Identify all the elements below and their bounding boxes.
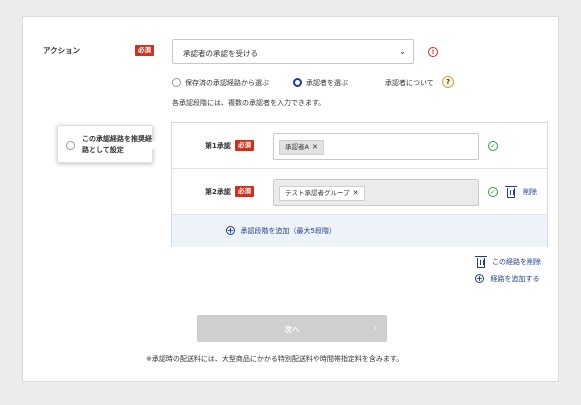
trash-icon[interactable] bbox=[475, 256, 487, 268]
remove-chip-icon[interactable]: ✕ bbox=[353, 189, 359, 197]
required-badge: 必須 bbox=[235, 140, 254, 151]
alert-icon: ! bbox=[428, 47, 438, 57]
trash-icon[interactable] bbox=[505, 186, 517, 198]
help-icon[interactable]: ? bbox=[442, 76, 454, 88]
approval-step-row: 第1承認 必須 承認者A ✕ ✓ bbox=[172, 123, 547, 169]
approver-input[interactable]: 承認者A ✕ bbox=[273, 133, 479, 160]
next-button[interactable]: 次へ › bbox=[197, 315, 387, 342]
step-label: 第1承認 bbox=[205, 142, 231, 150]
about-approver-link[interactable]: 承認者について bbox=[385, 78, 434, 88]
recommend-route-label: この承認経路を推奨経路として設定 bbox=[82, 135, 152, 154]
delete-route-link[interactable]: この経路を削除 bbox=[492, 257, 541, 267]
step-label: 第2承認 bbox=[205, 188, 231, 196]
action-label: アクション bbox=[43, 46, 81, 55]
chevron-right-icon: › bbox=[373, 323, 377, 332]
add-step-label: 承認段階を追加（最大5段階） bbox=[240, 227, 337, 235]
required-badge: 必須 bbox=[135, 45, 154, 56]
check-icon: ✓ bbox=[488, 187, 498, 197]
add-step-button[interactable]: + 承認段階を追加（最大5段階） bbox=[226, 226, 336, 236]
action-select-value: 承認者の承認を受ける bbox=[183, 49, 258, 58]
chevron-down-icon: ⌄ bbox=[399, 47, 406, 56]
approver-chip-label: 承認者A bbox=[285, 143, 309, 151]
approver-input[interactable]: テスト承認者グループ ✕ bbox=[273, 179, 479, 206]
check-icon: ✓ bbox=[488, 141, 498, 151]
recommend-route-radio[interactable] bbox=[66, 141, 75, 150]
hint-text: 各承認段階には、複数の承認者を入力できます。 bbox=[172, 99, 326, 107]
action-select[interactable]: 承認者の承認を受ける ⌄ bbox=[172, 39, 414, 64]
add-route-label: 経路を追加する bbox=[490, 275, 540, 283]
add-step-row: + 承認段階を追加（最大5段階） bbox=[172, 215, 547, 247]
required-badge: 必須 bbox=[235, 186, 254, 197]
next-button-label: 次へ bbox=[284, 325, 300, 334]
approval-step-row: 第2承認 必須 テスト承認者グループ ✕ ✓ 削除 bbox=[172, 169, 547, 215]
radio-select-approver[interactable] bbox=[293, 78, 302, 87]
approval-steps-panel: 第1承認 必須 承認者A ✕ ✓ 第2承認 必須 テスト承認者グループ ✕ ✓ 削除 bbox=[171, 122, 548, 247]
radio-saved-route-label[interactable]: 保存済の承認経路から選ぶ bbox=[185, 78, 269, 88]
recommend-route-tooltip[interactable]: この承認経路を推奨経路として設定 bbox=[57, 125, 158, 163]
delete-step-link[interactable]: 削除 bbox=[523, 187, 537, 197]
add-route-button[interactable]: + 経路を追加する bbox=[475, 274, 540, 284]
plus-circle-icon: + bbox=[475, 274, 484, 283]
remove-chip-icon[interactable]: ✕ bbox=[312, 143, 318, 151]
radio-select-approver-label[interactable]: 承認者を選ぶ bbox=[306, 78, 348, 88]
radio-saved-route[interactable] bbox=[172, 78, 181, 87]
plus-circle-icon: + bbox=[226, 226, 235, 235]
footnote: ※承認時の配送料には、大型商品にかかる特別配送料や時間帯指定料を含みます。 bbox=[146, 355, 404, 363]
approver-chip-label: テスト承認者グループ bbox=[285, 189, 350, 197]
approver-chip: テスト承認者グループ ✕ bbox=[279, 186, 365, 201]
form-card: アクション 必須 承認者の承認を受ける ⌄ ! 保存済の承認経路から選ぶ 承認者… bbox=[22, 16, 559, 382]
approver-chip: 承認者A ✕ bbox=[279, 140, 324, 155]
